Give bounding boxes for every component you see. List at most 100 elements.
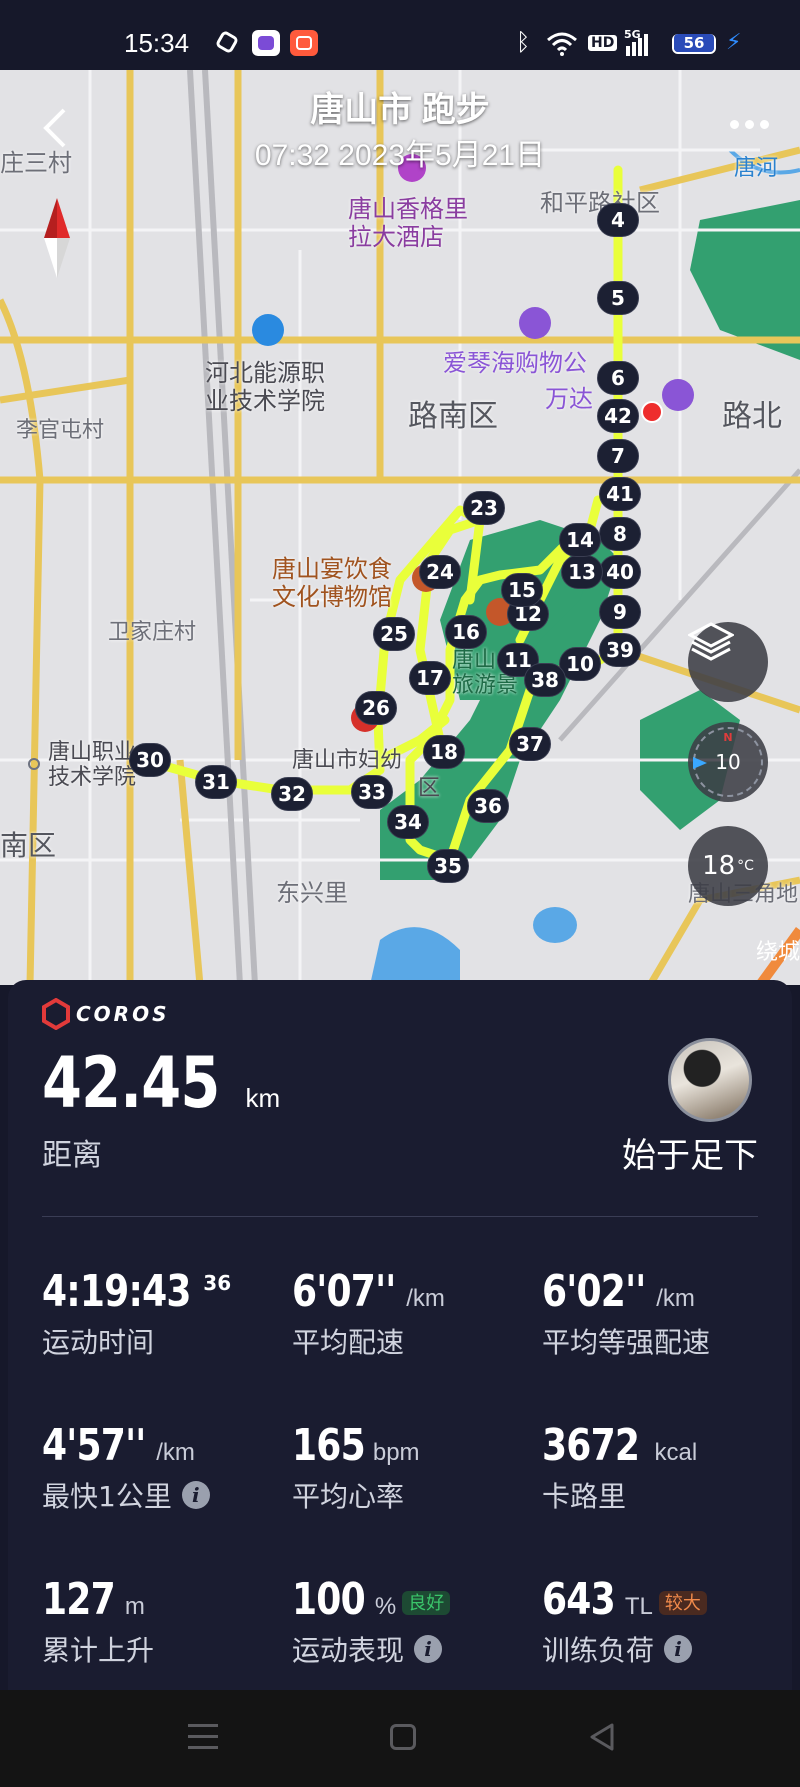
- stat-value: 6'07'': [292, 1266, 396, 1317]
- stat-value: 6'02'': [542, 1266, 646, 1317]
- map-label-vocational: 唐山职业 技术学院: [48, 740, 137, 791]
- map-label-lunan: 路南区: [408, 399, 498, 434]
- username: 始于足下: [622, 1136, 758, 1176]
- stat-elevation-gain: 127 m 累计上升: [42, 1574, 282, 1669]
- map-label-district-qu: 区: [418, 776, 441, 801]
- stat-value: 100: [292, 1574, 366, 1625]
- 5g-signal-icon: 5G: [624, 28, 654, 56]
- km-marker[interactable]: 9: [599, 595, 641, 629]
- stat-performance: 100% 良好 运动表现 i: [292, 1574, 532, 1669]
- info-icon[interactable]: i: [664, 1635, 693, 1663]
- info-icon[interactable]: i: [181, 1481, 210, 1509]
- km-marker[interactable]: 38: [524, 663, 566, 697]
- avatar[interactable]: [668, 1038, 752, 1122]
- map-label-aiqinhai: 爱琴海购物公: [443, 349, 587, 377]
- menu-nav-button[interactable]: [188, 1724, 218, 1750]
- training-load-badge: 较大: [658, 1591, 707, 1615]
- km-marker[interactable]: 42: [597, 399, 639, 433]
- coros-logo-icon: [42, 998, 70, 1030]
- map-label-raocheng: 绕城: [756, 940, 800, 965]
- km-marker[interactable]: 13: [561, 555, 603, 589]
- stat-sup: 36: [203, 1271, 232, 1296]
- compass-button[interactable]: N 10: [688, 722, 768, 802]
- route-map[interactable]: 唐山香格里 拉大酒店 和平路社区 庄三村 河北能源职 业技术学院 爱琴海购物公 万达 路南区…: [0, 70, 800, 985]
- km-marker[interactable]: 24: [419, 555, 461, 589]
- km-marker[interactable]: 7: [597, 439, 639, 473]
- battery-level: 56: [674, 34, 714, 52]
- km-marker[interactable]: 25: [373, 617, 415, 651]
- stat-label: 累计上升: [42, 1634, 155, 1667]
- layers-icon: [688, 622, 734, 661]
- km-marker[interactable]: 18: [423, 735, 465, 769]
- stat-value: 165: [292, 1420, 366, 1471]
- stat-unit: m: [124, 1593, 145, 1620]
- km-marker[interactable]: 15: [501, 573, 543, 607]
- compass-icon: N 10: [693, 727, 763, 797]
- map-layers-button[interactable]: [688, 622, 768, 702]
- compass-pointer-icon: [693, 757, 707, 769]
- stat-label: 平均配速: [292, 1326, 405, 1359]
- stat-fastest-km: 4'57'' /km 最快1公里 i: [42, 1420, 282, 1515]
- info-icon[interactable]: i: [414, 1635, 443, 1663]
- km-marker[interactable]: 33: [351, 775, 393, 809]
- km-marker[interactable]: 41: [599, 477, 641, 511]
- performance-badge: 良好: [402, 1591, 451, 1615]
- compass-value: 10: [715, 750, 741, 774]
- stat-label: 运动表现: [292, 1634, 405, 1667]
- stat-value: 4:19:43: [42, 1266, 191, 1317]
- km-marker[interactable]: 16: [445, 615, 487, 649]
- km-marker[interactable]: 35: [427, 849, 469, 883]
- stat-value: 643: [542, 1574, 616, 1625]
- stat-unit: /km: [656, 1285, 695, 1312]
- navigation-bar: [0, 1690, 800, 1787]
- stat-avg-effort-pace: 6'02'' /km 平均等强配速: [542, 1266, 782, 1361]
- stat-avg-pace: 6'07'' /km 平均配速: [292, 1266, 532, 1361]
- km-marker[interactable]: 4: [597, 203, 639, 237]
- distance-value: 42.45: [42, 1042, 220, 1124]
- temperature-value: 18: [702, 851, 736, 881]
- charging-icon: ⚡: [726, 30, 742, 55]
- km-marker[interactable]: 39: [599, 633, 641, 667]
- km-marker[interactable]: 30: [129, 743, 171, 777]
- wifi-icon: [547, 32, 577, 56]
- stat-label: 最快1公里: [42, 1480, 172, 1513]
- stat-label: 运动时间: [42, 1326, 155, 1359]
- map-label-dongxingli: 东兴里: [276, 879, 348, 907]
- bluetooth-icon: ᛒ: [516, 28, 531, 56]
- activity-title: 唐山市 跑步: [310, 91, 490, 129]
- stat-duration: 4:19:43 36 运动时间: [42, 1266, 282, 1361]
- home-nav-button[interactable]: [390, 1724, 416, 1750]
- app-icon: [290, 30, 318, 56]
- map-label-weijiazhuang: 卫家庄村: [108, 620, 197, 645]
- km-marker[interactable]: 36: [467, 789, 509, 823]
- km-marker[interactable]: 14: [559, 523, 601, 557]
- km-marker[interactable]: 23: [463, 491, 505, 525]
- back-nav-icon[interactable]: [588, 1722, 616, 1752]
- km-marker[interactable]: 40: [599, 555, 641, 589]
- km-marker[interactable]: 31: [195, 765, 237, 799]
- map-label-nan-qu: 南区: [0, 829, 57, 862]
- km-marker[interactable]: 8: [599, 517, 641, 551]
- km-marker[interactable]: 17: [409, 661, 451, 695]
- map-label-liguantun: 李官屯村: [16, 418, 105, 443]
- stat-label: 训练负荷: [542, 1634, 655, 1667]
- distance-label: 距离: [42, 1138, 102, 1173]
- stat-avg-heart-rate: 165 bpm 平均心率: [292, 1420, 532, 1515]
- km-marker[interactable]: 26: [355, 691, 397, 725]
- distance-unit: km: [245, 1083, 281, 1113]
- notification-icon: [214, 29, 240, 55]
- km-marker[interactable]: 37: [509, 727, 551, 761]
- km-marker[interactable]: 6: [597, 361, 639, 395]
- coros-logo: COROS: [42, 998, 170, 1030]
- stat-unit: kcal: [654, 1439, 698, 1466]
- km-marker[interactable]: 5: [597, 281, 639, 315]
- weather-button[interactable]: 18 °C: [688, 826, 768, 906]
- map-label-maternal: 唐山市妇幼: [292, 748, 403, 773]
- map-label-wanda: 万达: [545, 385, 593, 413]
- more-menu-icon[interactable]: [730, 120, 774, 140]
- km-marker[interactable]: 32: [271, 777, 313, 811]
- activity-summary-panel: COROS 42.45 km 距离 始于足下 4:19:43 36 运动时间 6'…: [8, 980, 792, 1690]
- stat-training-load: 643 TL 较大 训练负荷 i: [542, 1574, 782, 1669]
- km-marker[interactable]: 34: [387, 805, 429, 839]
- stat-calories: 3672 kcal 卡路里: [542, 1420, 782, 1515]
